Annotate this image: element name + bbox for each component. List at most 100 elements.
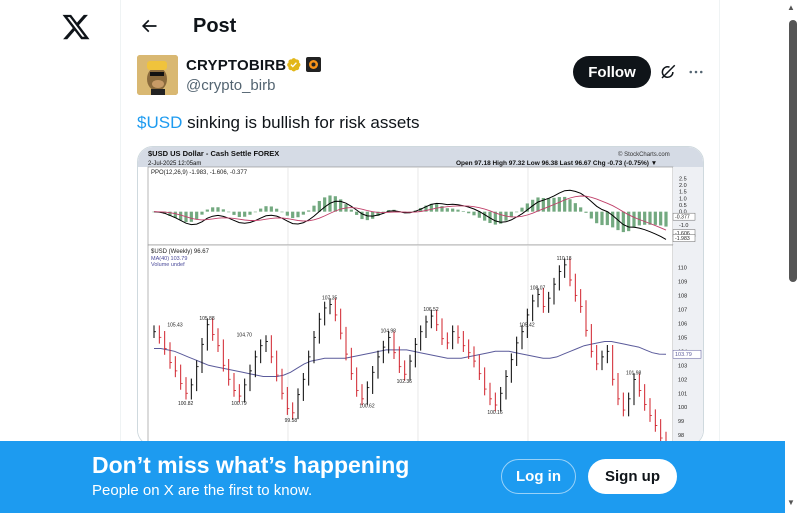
left-nav [0, 0, 120, 513]
ppo-histogram-bar [483, 211, 487, 221]
price-annotation: 105.43 [167, 322, 183, 328]
login-button[interactable]: Log in [501, 459, 576, 494]
ppo-histogram-bar [275, 208, 279, 212]
price-annotation: 106.52 [423, 307, 439, 313]
post-media-chart[interactable]: $USD US Dollar - Cash Settle FOREX 2-Jul… [137, 146, 704, 446]
x-logo-icon[interactable] [61, 12, 91, 42]
ppo-histogram-bar [461, 211, 465, 212]
page-title: Post [193, 15, 237, 37]
ppo-histogram-bar [584, 211, 588, 213]
back-arrow-icon[interactable] [135, 12, 163, 40]
ppo-tick-label: 2.5 [679, 176, 687, 182]
ppo-tick-label: 2.0 [679, 183, 687, 189]
price-annotation: 100.82 [178, 401, 194, 407]
price-annotation: 102.36 [397, 379, 413, 385]
chart-quote-bar: Open 97.18 High 97.32 Low 96.38 Last 96.… [456, 160, 657, 167]
ppo-histogram-bar [637, 211, 641, 226]
ppo-tick-label: -1.0 [679, 223, 688, 229]
follow-button[interactable]: Follow [573, 56, 651, 88]
chart-date: 2-Jul-2025 12:05am [148, 161, 201, 167]
ppo-histogram-bar [605, 211, 609, 226]
author-display-name[interactable]: CRYPTOBIRB [186, 57, 286, 74]
ppo-histogram-bar [269, 206, 273, 212]
ppo-histogram-bar [472, 211, 476, 216]
price-tick-label: 101 [678, 391, 687, 397]
ppo-histogram-bar [248, 211, 252, 215]
signup-banner: Don’t miss what’s happening People on X … [0, 441, 785, 513]
ma-value-label: 103.79 [675, 352, 692, 358]
ppo-histogram-bar [216, 207, 220, 212]
chart-source: © StockCharts.com [618, 151, 670, 158]
ppo-histogram-bar [600, 211, 604, 226]
ppo-histogram-bar [520, 207, 524, 212]
price-annotation: 101.98 [626, 371, 642, 377]
ppo-histogram-bar [232, 211, 236, 215]
price-label: $USD (Weekly) 96.67 [151, 249, 210, 255]
more-options-icon[interactable] [683, 60, 709, 84]
price-tick-label: 107 [678, 307, 687, 313]
price-annotation: 108.07 [530, 285, 546, 291]
cashtag-link[interactable]: $USD [137, 113, 182, 132]
ppo-histogram-bar [579, 207, 583, 212]
price-tick-label: 108 [678, 293, 687, 299]
ppo-histogram-bar [312, 205, 316, 212]
ppo-histogram-bar [237, 211, 241, 217]
ppo-histogram-bar [280, 211, 284, 213]
ppo-label: PPO(12,26,9) -1.983, -1.606, -0.377 [151, 170, 248, 176]
price-tick-label: 106 [678, 321, 687, 327]
ppo-histogram-bar [515, 211, 519, 213]
avatar[interactable] [137, 55, 178, 95]
price-annotation: 107.35 [322, 295, 338, 301]
chart-title: $USD US Dollar - Cash Settle FOREX [148, 149, 279, 158]
ppo-histogram-bar [659, 211, 663, 226]
ppo-histogram-bar [568, 199, 572, 212]
ppo-histogram-bar [189, 211, 193, 222]
price-tick-label: 103 [678, 363, 687, 369]
ppo-tick-label: 1.0 [679, 196, 687, 202]
price-tick-label: 102 [678, 377, 687, 383]
ppo-histogram-bar [291, 211, 295, 219]
ppo-histogram-bar [509, 211, 513, 217]
ppo-histogram-bar [557, 197, 561, 212]
author-handle[interactable]: @crypto_birb [186, 77, 275, 94]
ppo-histogram-bar [296, 211, 300, 218]
scrollbar-thumb[interactable] [789, 20, 797, 282]
price-tick-label: 105 [678, 335, 687, 341]
price-annotation: 105.42 [519, 322, 535, 328]
price-tick-label: 99 [678, 419, 684, 425]
ppo-histogram-bar [467, 211, 471, 214]
price-tick-label: 110 [678, 265, 687, 271]
ppo-histogram-bar [333, 196, 337, 212]
ppo-histogram-bar [227, 211, 231, 213]
price-tick-label: 98 [678, 433, 684, 439]
scroll-down-icon[interactable]: ▼ [787, 498, 795, 507]
ppo-histogram-bar [445, 208, 449, 212]
signup-button[interactable]: Sign up [588, 459, 677, 494]
ppo-histogram-bar [259, 208, 263, 212]
ppo-value-label: -1.983 [675, 236, 690, 242]
ppo-histogram-bar [285, 211, 289, 216]
ppo-tick-label: 1.5 [679, 190, 687, 196]
ppo-histogram-bar [253, 211, 257, 213]
ppo-histogram-bar [451, 208, 455, 212]
chart-image: $USD US Dollar - Cash Settle FOREX 2-Jul… [138, 147, 703, 445]
affiliate-badge-icon [306, 57, 321, 72]
ppo-histogram-bar [355, 211, 359, 215]
scroll-up-icon[interactable]: ▲ [787, 3, 795, 12]
ppo-histogram-bar [195, 211, 199, 220]
price-annotation: 110.18 [557, 256, 572, 262]
ppo-histogram-bar [307, 210, 311, 212]
price-annotation: 104.70 [237, 333, 253, 339]
ppo-histogram-bar [621, 211, 625, 233]
volume-label: Volume undef [151, 262, 185, 268]
ppo-histogram-bar [205, 209, 209, 212]
ppo-histogram-bar [211, 207, 215, 212]
ppo-histogram-bar [323, 197, 327, 212]
ppo-histogram-bar [611, 211, 615, 228]
ppo-histogram-bar [264, 206, 268, 212]
top-bar: Post [121, 0, 721, 53]
price-annotation: 100.62 [359, 404, 375, 410]
ppo-value-label: -0.377 [675, 215, 690, 221]
grok-icon[interactable] [655, 60, 681, 84]
ppo-histogram-bar [547, 198, 551, 212]
